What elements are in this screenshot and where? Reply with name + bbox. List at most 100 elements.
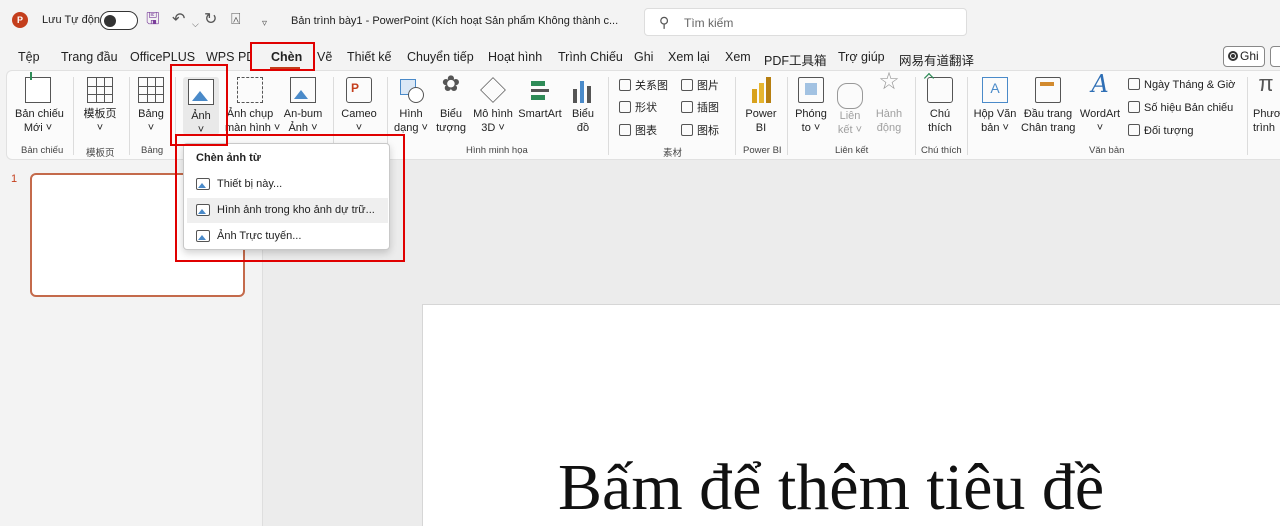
powerbi-button[interactable]: Power BI	[741, 77, 781, 135]
group-label-illustrations: Hình minh họa	[466, 145, 528, 156]
autosave-toggle[interactable]	[100, 11, 138, 30]
save-icon[interactable]: 🖫	[146, 10, 160, 30]
sucai-chart-icon	[619, 124, 631, 136]
object-button[interactable]: Đối tượng	[1128, 124, 1193, 138]
3d-models-button[interactable]: Mô hình 3D ˅	[471, 77, 515, 135]
search-box[interactable]: ⚲ Tìm kiếm	[644, 8, 967, 36]
link-icon	[837, 83, 863, 109]
tab-record[interactable]: Ghi	[634, 50, 653, 64]
tab-animations[interactable]: Hoạt hình	[488, 50, 542, 64]
record-icon	[1228, 51, 1238, 61]
icons-button[interactable]: Biểu tượng	[433, 77, 469, 135]
tab-file[interactable]: Tệp	[18, 50, 40, 64]
tab-youdao-translate[interactable]: 网易有道翻译	[899, 50, 974, 69]
record-button[interactable]: Ghi	[1223, 46, 1265, 67]
relationship-chart-button[interactable]: 关系图	[619, 79, 668, 93]
powerpoint-logo-icon: P	[12, 12, 28, 28]
group-label-links: Liên kết	[835, 145, 869, 156]
smartart-button[interactable]: SmartArt	[517, 77, 563, 121]
table-icon	[138, 77, 164, 103]
powerbi-icon	[748, 77, 774, 103]
slide-canvas[interactable]: Bấm để thêm tiêu đề	[422, 304, 1280, 526]
header-footer-icon	[1035, 77, 1061, 103]
tab-help[interactable]: Trợ giúp	[838, 50, 885, 64]
date-time-button[interactable]: Ngày Tháng & Giờ	[1128, 78, 1235, 92]
tab-wps-pdf[interactable]: WPS PDF	[206, 50, 250, 64]
photo-album-icon	[290, 77, 316, 103]
group-label-template: 模板页	[86, 148, 115, 159]
tab-pdf-toolbox[interactable]: PDF工具箱	[764, 50, 827, 69]
tab-slideshow[interactable]: Trình Chiếu	[558, 50, 623, 64]
search-icon: ⚲	[659, 14, 670, 30]
customize-qat-icon[interactable]: ▿	[262, 14, 267, 34]
relationship-chart-icon	[619, 79, 631, 91]
chart-button[interactable]: Biểu đồ	[567, 77, 599, 135]
cameo-icon	[346, 77, 372, 103]
new-slide-icon	[25, 72, 51, 103]
undo-dropdown-icon[interactable]: ⌵	[192, 14, 199, 34]
table-button[interactable]: Bảng ˅	[135, 77, 167, 135]
action-icon	[876, 75, 902, 103]
equation-icon	[1253, 77, 1279, 103]
zoom-button[interactable]: Phóng to ˅	[793, 77, 829, 135]
group-label-table: Bảng	[141, 145, 164, 156]
slide-number-label: 1	[11, 173, 18, 185]
present-from-start-icon[interactable]: ⍓	[231, 10, 241, 30]
template-page-button[interactable]: 模板页 ˅	[81, 77, 119, 135]
sucai-icon-button[interactable]: 图标	[681, 124, 719, 138]
smartart-icon	[527, 77, 553, 103]
wordart-button[interactable]: WordArt ˅	[1077, 77, 1123, 135]
sucai-shapes-button[interactable]: 形状	[619, 101, 657, 115]
sucai-picture-icon	[681, 79, 693, 91]
group-label-slides: Bản chiếu	[21, 145, 64, 156]
comment-button[interactable]: Chú thích	[921, 77, 959, 135]
sucai-shapes-icon	[619, 101, 631, 113]
shapes-button[interactable]: Hình dạng ˅	[391, 77, 431, 135]
sucai-illustration-icon	[681, 101, 693, 113]
comment-icon	[927, 77, 953, 103]
sucai-icon-icon	[681, 124, 693, 136]
redo-icon[interactable]: ↻	[204, 10, 217, 30]
new-slide-button[interactable]: Bản chiếu Mới ˅	[15, 72, 64, 135]
shapes-icon	[398, 77, 424, 103]
sucai-picture-button[interactable]: 图片	[681, 79, 719, 93]
sucai-chart-button[interactable]: 图表	[619, 124, 657, 138]
tab-draw[interactable]: Vẽ	[317, 50, 332, 64]
group-label-comments: Chú thích	[921, 145, 962, 156]
tab-review[interactable]: Xem lại	[668, 50, 710, 64]
3d-models-icon	[480, 77, 506, 103]
highlight-insert-tab	[250, 42, 315, 71]
tab-officeplus[interactable]: OfficePLUS	[130, 50, 195, 64]
textbox-button[interactable]: Hộp Văn bản ˅	[973, 77, 1017, 135]
title-placeholder[interactable]: Bấm để thêm tiêu đề	[558, 453, 1104, 523]
autosave-label: Lưu Tự động	[42, 14, 107, 26]
link-button[interactable]: Liên kết ˅	[833, 77, 867, 137]
cameo-button[interactable]: Cameo ˅	[339, 77, 379, 135]
header-footer-button[interactable]: Đầu trang Chân trang	[1021, 77, 1075, 135]
title-bar: P Lưu Tự động 🖫 ↶ ⌵ ↻ ⍓ ▿ Bản trình bày1…	[0, 0, 1280, 42]
tab-design[interactable]: Thiết kế	[347, 50, 391, 64]
group-label-text: Văn bản	[1089, 145, 1125, 156]
slide-number-button[interactable]: Số hiệu Bản chiếu	[1128, 101, 1233, 115]
screenshot-icon	[237, 77, 263, 103]
object-icon	[1128, 124, 1140, 136]
share-button-partial[interactable]	[1270, 46, 1280, 67]
equation-button[interactable]: Phươ trình	[1253, 77, 1280, 135]
template-icon	[87, 77, 113, 103]
group-label-powerbi: Power BI	[743, 145, 782, 156]
chart-icon	[570, 77, 596, 103]
icons-icon	[438, 77, 464, 103]
document-title: Bản trình bày1 - PowerPoint (Kích hoạt S…	[291, 15, 619, 27]
screenshot-button[interactable]: Ảnh chụp màn hình ˅	[225, 77, 280, 135]
photo-album-button[interactable]: An-bum Ảnh ˅	[281, 77, 325, 135]
wordart-icon	[1087, 77, 1113, 103]
zoom-icon	[798, 77, 824, 103]
date-time-icon	[1128, 78, 1140, 90]
sucai-illustration-button[interactable]: 插图	[681, 101, 719, 115]
undo-icon[interactable]: ↶	[172, 10, 185, 30]
tab-transitions[interactable]: Chuyển tiếp	[407, 50, 474, 64]
action-button[interactable]: Hành động	[871, 75, 907, 135]
tab-home[interactable]: Trang đầu	[61, 50, 118, 64]
textbox-icon	[982, 77, 1008, 103]
tab-view[interactable]: Xem	[725, 50, 751, 64]
